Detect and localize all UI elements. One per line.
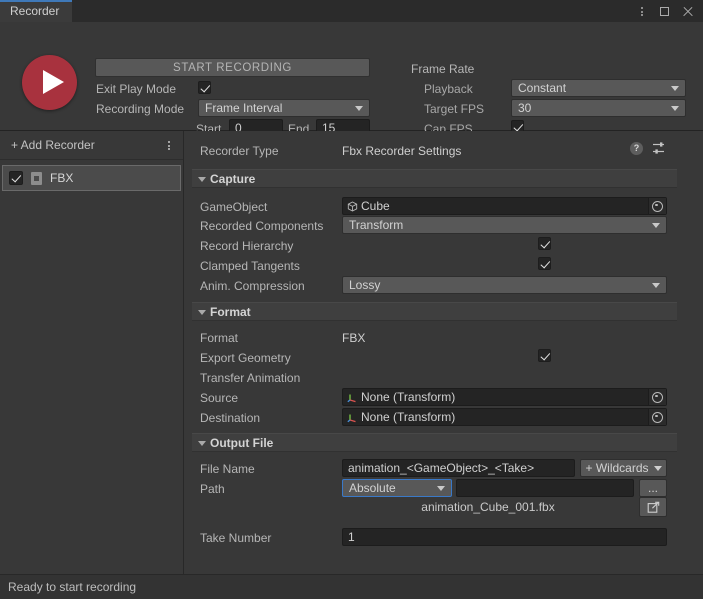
clamped-tangents-label: Clamped Tangents xyxy=(200,259,300,273)
tab-recorder[interactable]: Recorder xyxy=(0,0,72,22)
gameobject-value: Cube xyxy=(361,199,390,213)
help-icon[interactable]: ? xyxy=(630,142,643,155)
frame-rate-heading: Frame Rate xyxy=(411,62,474,76)
file-name-value: animation_<GameObject>_<Take> xyxy=(348,461,534,475)
recorder-type-value: Fbx Recorder Settings xyxy=(342,144,461,158)
playback-dropdown[interactable]: Constant xyxy=(511,79,686,97)
target-fps-dropdown[interactable]: 30 xyxy=(511,99,686,117)
recorder-window: Recorder START RECORDING Exit Play Mode … xyxy=(0,0,703,599)
destination-label: Destination xyxy=(200,411,260,425)
target-fps-value: 30 xyxy=(518,101,531,115)
title-bar-spacer xyxy=(72,0,635,22)
transform-icon xyxy=(347,412,358,423)
record-button[interactable] xyxy=(22,55,77,110)
source-label: Source xyxy=(200,391,238,405)
transfer-animation-label: Transfer Animation xyxy=(200,371,300,385)
resolved-output-name: animation_Cube_001.fbx xyxy=(342,500,634,514)
gameobject-field[interactable]: Cube xyxy=(342,197,667,215)
path-label: Path xyxy=(200,482,225,496)
format-header-label: Format xyxy=(210,305,251,319)
take-number-label: Take Number xyxy=(200,531,271,545)
start-recording-button[interactable]: START RECORDING xyxy=(95,58,370,77)
playback-label: Playback xyxy=(424,82,473,96)
export-geometry-label: Export Geometry xyxy=(200,351,291,365)
top-control-panel: START RECORDING Exit Play Mode Recording… xyxy=(0,22,703,131)
recorder-name: FBX xyxy=(50,171,73,185)
status-message: Ready to start recording xyxy=(8,580,136,594)
clamped-tangents-checkbox[interactable] xyxy=(538,257,551,270)
anim-compression-dropdown[interactable]: Lossy xyxy=(342,276,667,294)
path-input[interactable] xyxy=(456,479,634,497)
recording-mode-label: Recording Mode xyxy=(96,102,184,116)
kebab-menu-icon[interactable] xyxy=(635,4,649,18)
preset-icon[interactable] xyxy=(652,141,666,155)
file-icon xyxy=(31,172,42,185)
recorder-enabled-checkbox[interactable] xyxy=(9,171,23,185)
source-picker-button[interactable] xyxy=(648,389,666,405)
recorder-settings-panel: Recorder Type Fbx Recorder Settings ? Ca… xyxy=(184,131,703,574)
open-external-icon[interactable] xyxy=(639,497,667,517)
maximize-icon[interactable] xyxy=(658,4,672,18)
take-number-value: 1 xyxy=(348,530,355,544)
output-file-section-header[interactable]: Output File xyxy=(192,433,677,452)
add-recorder-button[interactable]: + Add Recorder xyxy=(0,131,183,160)
gameobject-picker-button[interactable] xyxy=(648,198,666,214)
exit-play-mode-label: Exit Play Mode xyxy=(96,82,176,96)
close-icon[interactable] xyxy=(681,4,695,18)
recorder-list-panel: + Add Recorder FBX xyxy=(0,131,184,574)
list-item[interactable]: FBX xyxy=(2,165,181,191)
recorded-components-value: Transform xyxy=(349,218,403,232)
recording-mode-dropdown[interactable]: Frame Interval xyxy=(198,99,370,117)
file-name-input[interactable]: animation_<GameObject>_<Take> xyxy=(342,459,575,477)
format-value: FBX xyxy=(342,331,365,345)
path-mode-value: Absolute xyxy=(349,481,396,495)
recorder-list-menu-icon[interactable] xyxy=(163,138,175,152)
recorder-type-label: Recorder Type xyxy=(200,144,279,158)
play-triangle-icon xyxy=(43,70,64,94)
add-recorder-label: + Add Recorder xyxy=(11,138,95,152)
destination-picker-button[interactable] xyxy=(648,409,666,425)
wildcards-button[interactable]: + Wildcards xyxy=(580,459,667,477)
status-bar: Ready to start recording xyxy=(0,574,703,599)
destination-field[interactable]: None (Transform) xyxy=(342,408,667,426)
format-section-header[interactable]: Format xyxy=(192,302,677,321)
path-browse-button[interactable]: ... xyxy=(639,479,667,497)
capture-header-label: Capture xyxy=(210,172,255,186)
source-field[interactable]: None (Transform) xyxy=(342,388,667,406)
wildcards-label: + Wildcards xyxy=(585,461,648,475)
title-bar: Recorder xyxy=(0,0,703,22)
recorded-components-label: Recorded Components xyxy=(200,219,323,233)
start-recording-label: START RECORDING xyxy=(173,62,292,74)
file-name-label: File Name xyxy=(200,462,255,476)
anim-compression-value: Lossy xyxy=(349,278,380,292)
playback-value: Constant xyxy=(518,81,566,95)
gameobject-label: GameObject xyxy=(200,200,267,214)
tab-label: Recorder xyxy=(10,4,59,18)
take-number-input[interactable]: 1 xyxy=(342,528,667,546)
source-value: None (Transform) xyxy=(361,390,455,404)
window-controls xyxy=(635,0,703,22)
destination-value: None (Transform) xyxy=(361,410,455,424)
export-geometry-checkbox[interactable] xyxy=(538,349,551,362)
output-file-header-label: Output File xyxy=(210,436,273,450)
anim-compression-label: Anim. Compression xyxy=(200,279,305,293)
format-label: Format xyxy=(200,331,238,345)
exit-play-mode-checkbox[interactable] xyxy=(198,81,211,94)
body: + Add Recorder FBX Recorder Type Fbx Rec… xyxy=(0,131,703,574)
path-browse-label: ... xyxy=(648,481,658,495)
path-mode-dropdown[interactable]: Absolute xyxy=(342,479,452,497)
recording-mode-value: Frame Interval xyxy=(205,101,282,115)
recorded-components-dropdown[interactable]: Transform xyxy=(342,216,667,234)
target-fps-label: Target FPS xyxy=(424,102,484,116)
capture-section-header[interactable]: Capture xyxy=(192,169,677,188)
record-hierarchy-label: Record Hierarchy xyxy=(200,239,293,253)
transform-icon xyxy=(347,392,358,403)
cube-icon xyxy=(347,201,358,212)
record-hierarchy-checkbox[interactable] xyxy=(538,237,551,250)
